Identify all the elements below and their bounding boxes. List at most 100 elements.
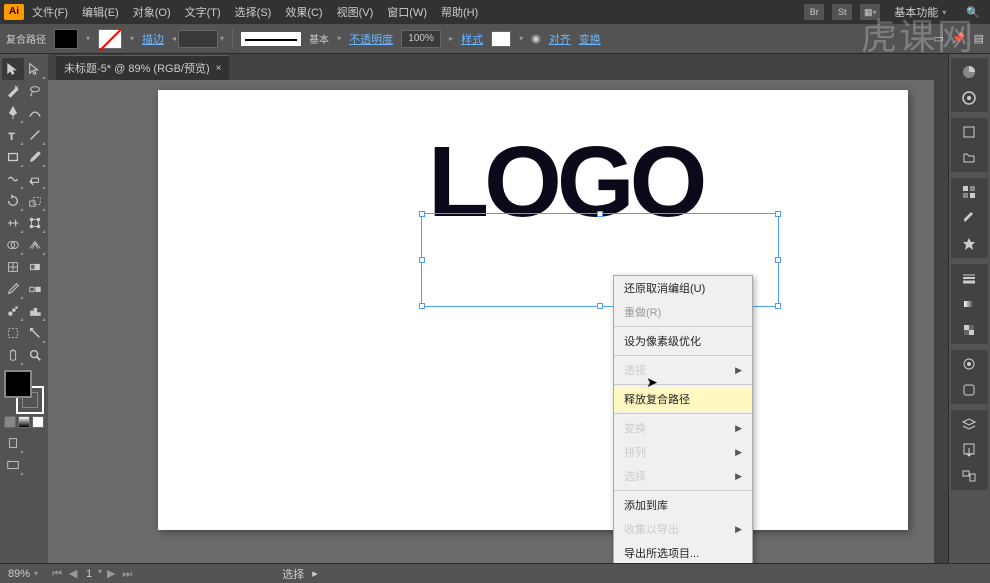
menu-select[interactable]: 选择(S) [229, 1, 278, 23]
symbols-panel-icon[interactable] [953, 232, 985, 256]
menu-file[interactable]: 文件(F) [26, 1, 74, 23]
hand-tool[interactable] [2, 344, 24, 366]
artboard-number[interactable]: 1 [82, 567, 96, 581]
nav-last-icon[interactable]: ⏭ [120, 567, 134, 581]
stroke-swatch-none[interactable] [98, 29, 122, 49]
ctx-release-compound-path[interactable]: 释放复合路径 [614, 387, 752, 411]
layers-panel-icon[interactable] [953, 412, 985, 436]
artboards-panel-icon[interactable] [953, 464, 985, 488]
lasso-tool[interactable] [24, 80, 46, 102]
color-panel-icon[interactable] [953, 60, 985, 84]
close-icon[interactable]: × [216, 63, 222, 74]
ctx-transform[interactable]: 变换▶ [614, 416, 752, 440]
ctx-add-to-library[interactable]: 添加到库 [614, 493, 752, 517]
menu-view[interactable]: 视图(V) [331, 1, 380, 23]
style-link[interactable]: 样式 [461, 31, 483, 47]
stroke-weight-dropdown[interactable]: ◂ ▾ [172, 30, 224, 48]
nav-next-icon[interactable]: ▶ [104, 567, 118, 581]
nav-first-icon[interactable]: ⏮ [50, 567, 64, 581]
cc-icon[interactable] [953, 86, 985, 110]
shaper-tool[interactable] [2, 168, 24, 190]
zoom-dropdown[interactable]: 89% ▾ [4, 568, 42, 580]
magic-wand-tool[interactable] [2, 80, 24, 102]
stroke-profile-preview[interactable] [241, 32, 301, 46]
fill-stroke-indicator[interactable] [2, 370, 46, 414]
selection-tool[interactable] [2, 58, 24, 80]
ctx-undo[interactable]: 还原取消编组(U) [614, 276, 752, 300]
color-mode-none[interactable] [32, 416, 44, 428]
isolate-icon[interactable]: ▭ [933, 32, 943, 45]
selection-handle-sw[interactable] [419, 303, 425, 309]
bridge-button[interactable]: Br [804, 4, 824, 20]
symbol-sprayer-tool[interactable] [2, 300, 24, 322]
mesh-tool[interactable] [2, 256, 24, 278]
fill-swatch[interactable] [54, 29, 78, 49]
ctx-collect-export[interactable]: 收集以导出▶ [614, 517, 752, 541]
chevron-right-icon[interactable]: ▸ [449, 34, 453, 43]
opacity-link[interactable]: 不透明度 [349, 31, 393, 47]
chevron-down-icon[interactable]: ▾ [337, 34, 341, 43]
gradient-tool[interactable] [24, 256, 46, 278]
chevron-down-icon[interactable]: ▾ [519, 34, 523, 43]
menu-type[interactable]: 文字(T) [179, 1, 227, 23]
zoom-tool[interactable] [24, 344, 46, 366]
paintbrush-tool[interactable] [24, 146, 46, 168]
eraser-tool[interactable] [24, 168, 46, 190]
ctx-export-selection[interactable]: 导出所选项目... [614, 541, 752, 563]
stroke-link[interactable]: 描边 [142, 31, 164, 47]
width-tool[interactable] [2, 212, 24, 234]
rectangle-tool[interactable] [2, 146, 24, 168]
menu-window[interactable]: 窗口(W) [381, 1, 433, 23]
ctx-arrange[interactable]: 排列▶ [614, 440, 752, 464]
blend-tool[interactable] [24, 278, 46, 300]
ctx-pixel-perfect[interactable]: 设为像素级优化 [614, 329, 752, 353]
opacity-input[interactable] [401, 30, 441, 48]
stepper-icon[interactable]: ◂ [172, 34, 176, 43]
line-tool[interactable] [24, 124, 46, 146]
gradient-panel-icon[interactable] [953, 292, 985, 316]
chevron-down-icon[interactable]: ▾ [220, 34, 224, 43]
pen-tool[interactable] [2, 102, 24, 124]
rotate-tool[interactable] [2, 190, 24, 212]
menu-effect[interactable]: 效果(C) [279, 1, 328, 23]
eyedropper-tool[interactable] [2, 278, 24, 300]
ctx-select[interactable]: 选择▶ [614, 464, 752, 488]
selection-handle-nw[interactable] [419, 211, 425, 217]
slice-tool[interactable] [24, 322, 46, 344]
appearance-panel-icon[interactable] [953, 352, 985, 376]
app-logo[interactable]: Ai [4, 4, 24, 20]
chevron-down-icon[interactable]: ▾ [86, 34, 90, 43]
perspective-grid-tool[interactable] [24, 234, 46, 256]
shape-builder-tool[interactable] [2, 234, 24, 256]
color-mode-gradient[interactable] [18, 416, 30, 428]
selection-handle-ne[interactable] [775, 211, 781, 217]
transparency-panel-icon[interactable] [953, 318, 985, 342]
document-tab[interactable]: 未标题-5* @ 89% (RGB/预览) × [56, 55, 229, 80]
menu-object[interactable]: 对象(O) [127, 1, 177, 23]
canvas[interactable]: LOGO ➤ 还原取消编组(U) 重做(R) 设为像素级优化 透视▶ [48, 80, 934, 563]
graphic-styles-panel-icon[interactable] [953, 378, 985, 402]
draw-mode-button[interactable] [2, 432, 24, 454]
selection-handle-e[interactable] [775, 257, 781, 263]
arrange-docs-button[interactable]: ▦▾ [860, 4, 880, 20]
free-transform-tool[interactable] [24, 212, 46, 234]
stroke-weight-input[interactable] [178, 30, 218, 48]
properties-panel-icon[interactable] [953, 120, 985, 144]
align-link[interactable]: 对齐 [549, 31, 571, 47]
swatches-panel-icon[interactable] [953, 180, 985, 204]
brushes-panel-icon[interactable] [953, 206, 985, 230]
chevron-down-icon[interactable]: ▾ [98, 567, 102, 581]
selection-handle-n[interactable] [597, 211, 603, 217]
scale-tool[interactable] [24, 190, 46, 212]
nav-prev-icon[interactable]: ◀ [66, 567, 80, 581]
stock-button[interactable]: St [832, 4, 852, 20]
selection-handle-se[interactable] [775, 303, 781, 309]
asset-export-panel-icon[interactable] [953, 438, 985, 462]
column-graph-tool[interactable] [24, 300, 46, 322]
artboard-tool[interactable] [2, 322, 24, 344]
direct-selection-tool[interactable] [24, 58, 46, 80]
fill-indicator[interactable] [4, 370, 32, 398]
panel-menu-icon[interactable]: ▤ [974, 32, 984, 45]
stroke-panel-icon[interactable] [953, 266, 985, 290]
chevron-down-icon[interactable]: ▾ [130, 34, 134, 43]
